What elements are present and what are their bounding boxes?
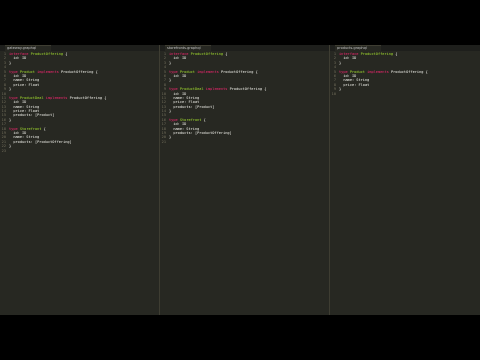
code-area[interactable]: 1 interface ProductOffering {2 id: ID 3} 4 5… (160, 52, 329, 144)
editor-pane-gateway[interactable]: gateway.graphql 1 interface ProductOfferi… (0, 45, 159, 315)
code-area[interactable]: 1 interface ProductOffering {2 id: ID 3} 4 5… (0, 52, 159, 153)
code-token: { (41, 126, 46, 131)
code-token: ProductOffering (360, 52, 394, 56)
code-token: price: Float (169, 100, 200, 105)
line-number: 10 (331, 91, 336, 96)
code-token: } (9, 87, 12, 92)
code-token: implements (203, 87, 230, 92)
code-token: products: [ProductOffering] (9, 139, 72, 144)
code-token: name: String (9, 78, 40, 83)
code-token: ProductOffering (30, 52, 64, 56)
code-token: interface (169, 52, 191, 56)
code-token: id: ID (169, 91, 187, 96)
line-number: 23 (1, 148, 6, 153)
tab-gateway-graphql[interactable]: gateway.graphql (5, 45, 51, 51)
tab-bar: storefronts.graphql (160, 45, 329, 51)
code-token: ProductDeal (179, 87, 204, 92)
code-token: Storefront (19, 126, 42, 131)
code-token: name: String (9, 135, 40, 140)
code-token: } (169, 135, 172, 140)
tab-bar: products.graphql (330, 45, 480, 51)
code-line[interactable]: 23 (0, 149, 159, 153)
code-token: implements (34, 69, 61, 74)
code-token: } (9, 117, 12, 122)
code-token: price: Float (339, 82, 370, 87)
code-token: type (9, 95, 20, 100)
code-token: } (339, 87, 342, 92)
code-token: implements (194, 69, 221, 74)
code-token: interface (339, 52, 361, 56)
code-token: Product (179, 69, 195, 74)
code-token: name: String (169, 126, 200, 131)
code-token: type (9, 126, 20, 131)
code-token: { (93, 69, 98, 74)
code-token: { (102, 95, 107, 100)
code-token: } (9, 60, 12, 65)
code-token: name: String (339, 78, 370, 83)
code-token: name: String (9, 104, 40, 109)
code-token: } (169, 78, 172, 83)
code-area[interactable]: 1 interface ProductOffering {2 id: ID 3} 4 5… (330, 52, 480, 96)
code-token: ProductOffering (220, 69, 254, 74)
code-token: products: [ProductOffering] (169, 131, 232, 136)
code-token: id: ID (339, 73, 357, 78)
code-token: type (169, 117, 180, 122)
code-token: } (339, 60, 342, 65)
code-token: price: Float (9, 82, 40, 87)
tab-products-graphql[interactable]: products.graphql (335, 45, 381, 51)
code-token: type (9, 69, 20, 74)
code-token: price: Float (9, 109, 40, 114)
code-token: id: ID (169, 122, 187, 127)
tab-storefronts-graphql[interactable]: storefronts.graphql (165, 45, 211, 51)
code-token: type (169, 69, 180, 74)
code-token: ProductOffering (229, 87, 263, 92)
editor-pane-storefronts[interactable]: storefronts.graphql 1 interface ProductOf… (160, 45, 329, 315)
editor-pane-products[interactable]: products.graphql 1 interface ProductOffer… (330, 45, 480, 315)
code-token: products: [Product] (169, 104, 215, 109)
code-token: { (423, 69, 428, 74)
code-token: id: ID (9, 73, 27, 78)
code-token: interface (9, 52, 31, 56)
code-token: id: ID (9, 131, 27, 136)
code-token: { (223, 52, 228, 56)
code-token: { (201, 117, 206, 122)
code-line[interactable]: 10 (330, 92, 480, 96)
code-token: ProductOffering (69, 95, 103, 100)
code-token: id: ID (169, 56, 187, 61)
code-token: ProductDeal (19, 95, 44, 100)
code-token: implements (43, 95, 70, 100)
tab-bar: gateway.graphql (0, 45, 159, 51)
code-token: type (169, 87, 180, 92)
code-token: id: ID (9, 56, 27, 61)
code-token: Product (19, 69, 35, 74)
code-token: implements (364, 69, 391, 74)
code-token: ProductOffering (390, 69, 424, 74)
code-token: products: [Product] (9, 113, 55, 118)
code-token: Storefront (179, 117, 202, 122)
code-token: ProductOffering (190, 52, 224, 56)
code-token: Product (349, 69, 365, 74)
code-token: } (169, 60, 172, 65)
code-token: } (9, 144, 12, 149)
code-token: } (169, 109, 172, 114)
code-token: name: String (169, 95, 200, 100)
line-number: 21 (161, 139, 166, 144)
code-token: type (339, 69, 350, 74)
code-token: { (253, 69, 258, 74)
code-token: { (262, 87, 267, 92)
code-token: id: ID (169, 73, 187, 78)
code-token: id: ID (9, 100, 27, 105)
code-token: ProductOffering (60, 69, 94, 74)
code-editor: gateway.graphql 1 interface ProductOfferi… (0, 45, 480, 315)
code-line[interactable]: 21 (160, 140, 329, 144)
code-token: { (63, 52, 68, 56)
code-token: { (393, 52, 398, 56)
code-token: id: ID (339, 56, 357, 61)
